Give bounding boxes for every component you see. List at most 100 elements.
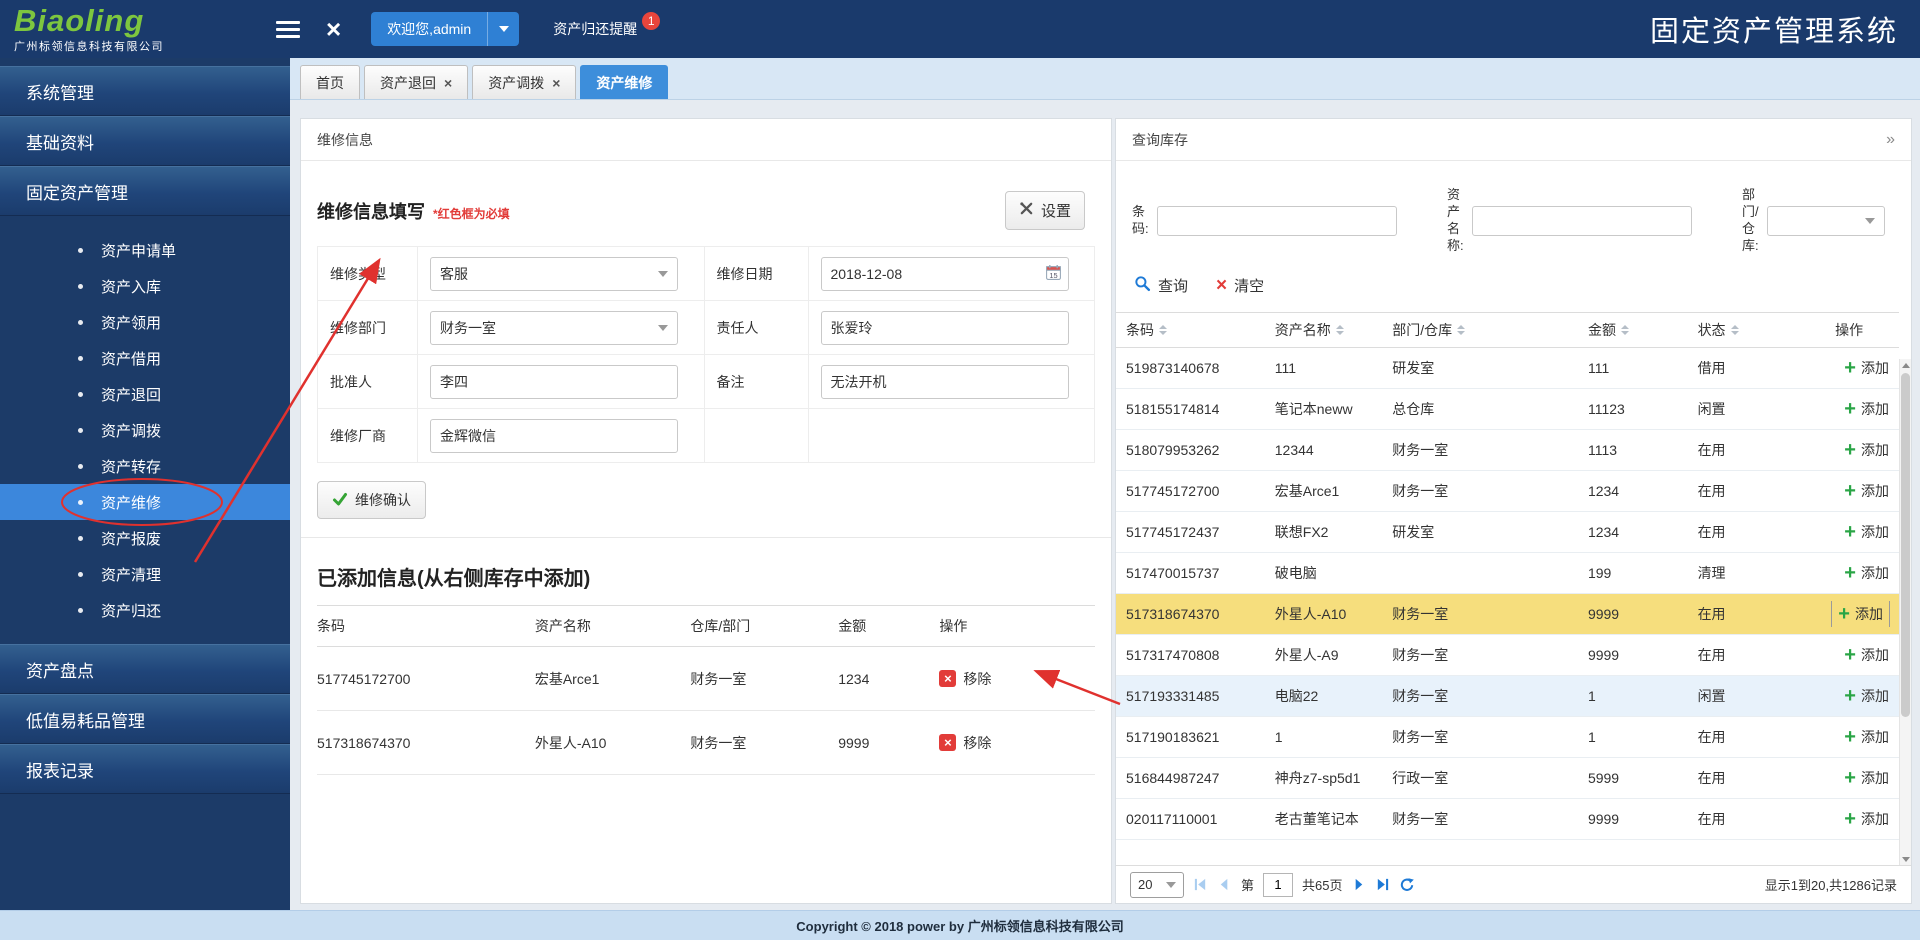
sort-icon[interactable]: [1336, 325, 1344, 335]
table-row[interactable]: 519873140678 111 研发室 111 借用 +添加: [1116, 348, 1899, 389]
tab-asset-maintenance[interactable]: 资产维修: [580, 65, 668, 99]
bullet-icon: [78, 608, 83, 613]
repair-dept-select[interactable]: 财务一室: [430, 311, 678, 345]
repair-type-select[interactable]: 客服: [430, 257, 678, 291]
table-row[interactable]: 517318674370 外星人-A10 财务一室 9999 ×移除: [317, 711, 1095, 775]
page-size-value: 20: [1138, 877, 1152, 892]
cell-amount: 1234: [838, 671, 939, 687]
repair-date-input[interactable]: [831, 266, 1045, 282]
calendar-icon[interactable]: 15: [1045, 264, 1062, 284]
settings-button[interactable]: 设置: [1005, 191, 1085, 230]
sidebar-item-label: 资产清理: [101, 564, 161, 585]
table-row[interactable]: 518155174814 笔记本neww 总仓库 11123 闲置 +添加: [1116, 389, 1899, 430]
tab-asset-transfer[interactable]: 资产调拨×: [472, 65, 576, 99]
sidebar-item-asset-storage[interactable]: 资产转存: [0, 448, 290, 484]
scroll-up-icon[interactable]: [1900, 359, 1911, 371]
table-row[interactable]: 518079953262 12344 财务一室 1113 在用 +添加: [1116, 430, 1899, 471]
table-row[interactable]: 517470015737 破电脑 199 清理 +添加: [1116, 553, 1899, 594]
col-header-dept[interactable]: 部门/仓库: [1382, 320, 1578, 340]
remove-button[interactable]: ×移除: [939, 733, 991, 753]
sidebar-item-asset-inventory[interactable]: 资产盘点: [0, 644, 290, 694]
add-button[interactable]: +添加: [1844, 481, 1889, 501]
add-button[interactable]: +添加: [1844, 358, 1889, 378]
table-row[interactable]: 517190183621 1 财务一室 1 在用 +添加: [1116, 717, 1899, 758]
sidebar-item-asset-giveback[interactable]: 资产归还: [0, 592, 290, 628]
table-row[interactable]: 517745172437 联想FX2 研发室 1234 在用 +添加: [1116, 512, 1899, 553]
close-all-icon[interactable]: ×: [326, 16, 341, 42]
col-header-amount[interactable]: 金额: [1578, 320, 1688, 340]
query-button[interactable]: 查询: [1134, 275, 1188, 296]
add-button[interactable]: +添加: [1832, 601, 1889, 627]
sort-icon[interactable]: [1159, 325, 1167, 335]
first-page-icon[interactable]: [1193, 877, 1208, 892]
table-row[interactable]: 516844987247 神舟z7-sp5d1 行政一室 5999 在用 +添加: [1116, 758, 1899, 799]
sort-icon[interactable]: [1621, 325, 1629, 335]
remove-button[interactable]: ×移除: [939, 669, 991, 689]
prev-page-icon[interactable]: [1217, 877, 1232, 892]
menu-toggle-icon[interactable]: [276, 21, 300, 38]
sidebar-item-asset-transfer[interactable]: 资产调拨: [0, 412, 290, 448]
table-row[interactable]: 517745172700 宏基Arce1 财务一室 1234 在用 +添加: [1116, 471, 1899, 512]
sort-icon[interactable]: [1457, 325, 1465, 335]
asset-name-search-input[interactable]: [1472, 206, 1692, 236]
table-row[interactable]: 517745172700 宏基Arce1 财务一室 1234 ×移除: [317, 647, 1095, 711]
sidebar-item-asset-return[interactable]: 资产退回: [0, 376, 290, 412]
close-tab-icon[interactable]: ×: [552, 75, 560, 91]
approver-input[interactable]: [430, 365, 678, 399]
next-page-icon[interactable]: [1351, 877, 1366, 892]
chevron-down-icon[interactable]: [487, 12, 519, 46]
table-row[interactable]: 517317470808 外星人-A9 财务一室 9999 在用 +添加: [1116, 635, 1899, 676]
user-menu-button[interactable]: 欢迎您,admin: [371, 12, 519, 46]
tab-home[interactable]: 首页: [300, 65, 360, 99]
barcode-search-input[interactable]: [1157, 206, 1397, 236]
add-button[interactable]: +添加: [1844, 522, 1889, 542]
add-button[interactable]: +添加: [1844, 440, 1889, 460]
col-header-barcode[interactable]: 条码: [1116, 320, 1265, 340]
add-button[interactable]: +添加: [1844, 645, 1889, 665]
remark-input[interactable]: [821, 365, 1069, 399]
sort-icon[interactable]: [1731, 325, 1739, 335]
clear-button[interactable]: × 清空: [1216, 275, 1264, 296]
add-button[interactable]: +添加: [1844, 809, 1889, 829]
add-button[interactable]: +添加: [1844, 686, 1889, 706]
add-button[interactable]: +添加: [1844, 727, 1889, 747]
sidebar-item-consumables-mgmt[interactable]: 低值易耗品管理: [0, 694, 290, 744]
sidebar-item-base-data[interactable]: 基础资料: [0, 116, 290, 166]
refresh-icon[interactable]: [1399, 877, 1415, 893]
cell-amount: 9999: [1578, 647, 1688, 663]
table-row-selected[interactable]: 517318674370 外星人-A10 财务一室 9999 在用 +添加: [1116, 594, 1899, 635]
table-row[interactable]: 517193331485 电脑22 财务一室 1 闲置 +添加: [1116, 676, 1899, 717]
col-header-status[interactable]: 状态: [1688, 320, 1790, 340]
scrollbar-thumb[interactable]: [1901, 373, 1910, 717]
add-button[interactable]: +添加: [1844, 768, 1889, 788]
cell-amount: 9999: [1578, 811, 1688, 827]
tab-asset-return[interactable]: 资产退回×: [364, 65, 468, 99]
last-page-icon[interactable]: [1375, 877, 1390, 892]
scroll-down-icon[interactable]: [1900, 853, 1911, 865]
page-number-input[interactable]: [1263, 873, 1293, 897]
sidebar-item-asset-scrap[interactable]: 资产报废: [0, 520, 290, 556]
close-tab-icon[interactable]: ×: [444, 75, 452, 91]
sidebar-item-asset-request[interactable]: 资产申请单: [0, 232, 290, 268]
vendor-input[interactable]: [430, 419, 678, 453]
collapse-icon[interactable]: »: [1886, 131, 1895, 149]
inventory-panel: 查询库存 » 条码: 资产名称:: [1115, 118, 1912, 904]
sidebar-item-asset-cleanup[interactable]: 资产清理: [0, 556, 290, 592]
table-row[interactable]: 020117110001 老古董笔记本 财务一室 9999 在用 +添加: [1116, 799, 1899, 840]
confirm-repair-button[interactable]: 维修确认: [317, 481, 426, 519]
col-header-name[interactable]: 资产名称: [1265, 320, 1382, 340]
vertical-scrollbar[interactable]: [1899, 359, 1911, 865]
sidebar-item-system-mgmt[interactable]: 系统管理: [0, 66, 290, 116]
page-size-select[interactable]: 20: [1130, 872, 1184, 898]
sidebar-item-asset-inbound[interactable]: 资产入库: [0, 268, 290, 304]
sidebar-item-report-records[interactable]: 报表记录: [0, 744, 290, 794]
responsible-input[interactable]: [821, 311, 1069, 345]
sidebar-item-asset-borrow[interactable]: 资产借用: [0, 340, 290, 376]
sidebar-item-asset-maintenance[interactable]: 资产维修: [0, 484, 290, 520]
dept-search-select[interactable]: [1767, 206, 1885, 236]
sidebar-item-fixed-asset-mgmt[interactable]: 固定资产管理: [0, 166, 290, 216]
sidebar-item-asset-receive[interactable]: 资产领用: [0, 304, 290, 340]
add-button[interactable]: +添加: [1844, 563, 1889, 583]
add-button[interactable]: +添加: [1844, 399, 1889, 419]
return-reminder-link[interactable]: 资产归还提醒 1: [553, 19, 660, 39]
